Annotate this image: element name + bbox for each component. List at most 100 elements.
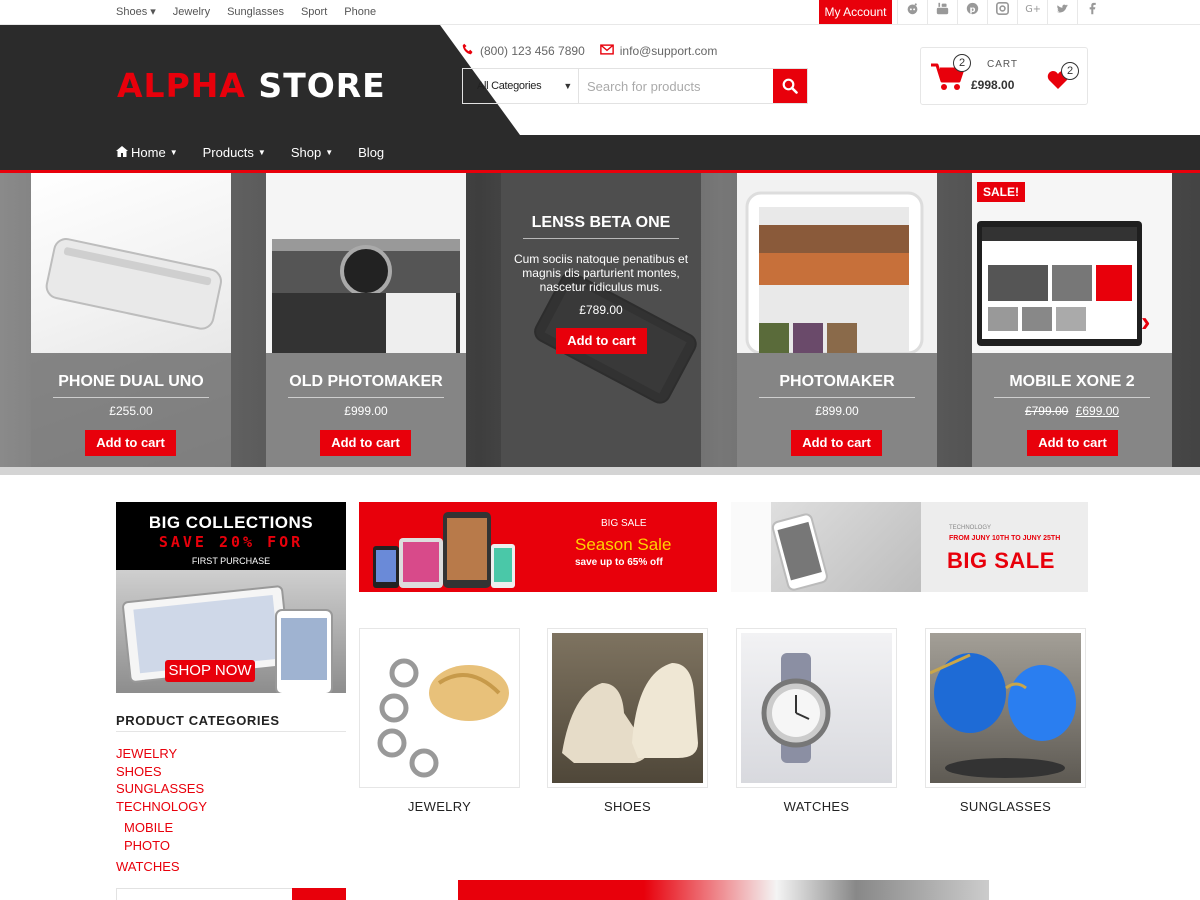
add-to-cart-button[interactable]: Add to cart [791,430,882,456]
category-link-shoes[interactable]: SHOES [116,763,207,781]
home-icon [116,145,128,160]
slide-photomaker[interactable]: PHOTOMAKER £899.00 Add to cart [737,173,937,467]
product-price: £999.00 [344,404,388,418]
reddit-icon[interactable] [897,0,927,24]
facebook-icon[interactable] [1077,0,1107,24]
nav-home[interactable]: Home ▼ [116,145,178,160]
divider [116,731,346,732]
my-account-button[interactable]: My Account [819,0,892,24]
banner-title: Season Sale [575,535,672,554]
svg-text:G+: G+ [1025,4,1040,15]
banner-small-text: TECHNOLOGY [949,525,992,531]
product-title: LENSS BETA ONE [531,214,671,231]
youtube-icon[interactable] [927,0,957,24]
product-price: £899.00 [815,404,859,418]
category-tile-label[interactable]: SUNGLASSES [925,799,1086,814]
top-bar: Shoes ▾ Jewelry Sunglasses Sport Phone M… [0,0,1200,25]
category-link-mobile[interactable]: MOBILE [116,819,207,837]
product-price: £255.00 [109,404,153,418]
top-nav-jewelry[interactable]: Jewelry [173,0,210,25]
divider [994,397,1150,398]
add-to-cart-button[interactable]: Add to cart [320,430,411,456]
sidebar-search-button[interactable] [292,888,346,900]
banner-image [731,502,921,592]
slide-phone-dual-uno[interactable]: PHONE DUAL UNO £255.00 Add to cart [31,173,231,467]
top-nav-sunglasses[interactable]: Sunglasses [227,0,284,25]
banner-caption: save up to 65% off [575,557,663,568]
top-nav-shoes[interactable]: Shoes ▾ [116,0,156,25]
category-tile-label[interactable]: JEWELRY [359,799,520,814]
caret-down-icon: ▼ [257,148,266,157]
nav-shop[interactable]: Shop ▼ [291,145,333,160]
svg-text:p: p [970,4,976,14]
add-to-cart-button[interactable]: Add to cart [1027,430,1118,456]
category-link-photo[interactable]: PHOTO [116,837,207,855]
season-sale-banner[interactable]: BIG SALE Season Sale save up to 65% off [359,502,717,592]
category-image [741,633,892,783]
search-input[interactable] [579,69,773,103]
slide-old-photomaker[interactable]: OLD PHOTOMAKER £999.00 Add to cart [266,173,466,467]
top-nav-sport[interactable]: Sport [301,0,327,25]
category-select[interactable]: All Categories ▼ [463,69,579,103]
product-price-group: £799.00 £699.00 [972,404,1172,418]
category-link-technology[interactable]: TECHNOLOGY [116,798,207,816]
category-link-jewelry[interactable]: JEWELRY [116,745,207,763]
product-slider: PHONE DUAL UNO £255.00 Add to cart OLD P… [0,173,1200,467]
category-tile-sunglasses[interactable] [925,628,1086,788]
big-collections-promo[interactable]: BIG COLLECTIONS SAVE 20% FOR FIRST PURCH… [116,502,346,693]
category-image [552,633,703,783]
sidebar-search[interactable] [116,888,346,900]
category-link-watches[interactable]: WATCHES [116,858,207,876]
logo-store: STORE [258,66,386,105]
logo-alpha: ALPHA [117,66,246,105]
top-nav: Shoes ▾ Jewelry Sunglasses Sport Phone [116,0,393,25]
add-to-cart-button[interactable]: Add to cart [85,430,176,456]
slide-lenss-beta-one[interactable]: LENSS BETA ONE Cum sociis natoque penati… [501,173,701,467]
category-tile-watches[interactable] [736,628,897,788]
main-nav: Home ▼ Products ▼ Shop ▼ Blog [116,145,409,160]
top-nav-phone[interactable]: Phone [344,0,376,25]
phone-icon [462,43,474,58]
promo-caption: FIRST PURCHASE [191,556,271,566]
cart-total: £998.00 [971,78,1015,92]
caret-down-icon: ▼ [325,148,334,157]
devices-image [373,512,515,588]
bottom-banner[interactable] [458,880,989,900]
instagram-icon[interactable] [987,0,1017,24]
twitter-icon[interactable] [1047,0,1077,24]
promo-subheading: SAVE 20% FOR [158,533,304,551]
product-title: PHONE DUAL UNO [58,373,204,390]
big-sale-banner[interactable]: TECHNOLOGY FROM JUNY 10TH TO JUNY 25TH B… [731,502,1088,592]
caret-down-icon: ▼ [169,148,178,157]
google-plus-icon[interactable]: G+ [1017,0,1047,24]
cart-widget[interactable]: 2 CART £998.00 2 [920,47,1088,105]
chevron-right-icon[interactable]: › [1141,307,1163,337]
product-search-form: All Categories ▼ [462,68,808,104]
phone-number: (800) 123 456 7890 [480,43,585,58]
envelope-icon [599,43,614,58]
caret-down-icon: ▼ [563,81,572,91]
site-logo[interactable]: ALPHA STORE [117,66,386,105]
pinterest-icon[interactable]: p [957,0,987,24]
divider [523,238,679,239]
divider [759,397,915,398]
contact-info: (800) 123 456 7890 info@support.com [462,43,732,58]
search-button[interactable] [773,69,807,103]
cart-count-badge: 2 [953,54,971,72]
add-to-cart-button[interactable]: Add to cart [556,328,647,354]
email-address[interactable]: info@support.com [620,44,718,58]
nav-blog[interactable]: Blog [358,145,384,160]
category-tile-shoes[interactable] [547,628,708,788]
promo-heading: BIG COLLECTIONS [148,513,314,532]
category-link-sunglasses[interactable]: SUNGLASSES [116,780,207,798]
banner-text-area [921,502,1088,592]
category-image [929,633,1081,783]
product-price: £789.00 [579,303,623,317]
category-tile-label[interactable]: WATCHES [736,799,897,814]
category-tile-jewelry[interactable] [359,628,520,788]
product-title: MOBILE XONE 2 [1009,373,1135,390]
nav-blog-label: Blog [358,145,385,160]
category-tile-label[interactable]: SHOES [547,799,708,814]
nav-products[interactable]: Products ▼ [203,145,266,160]
shop-now-button[interactable]: SHOP NOW [165,660,255,682]
